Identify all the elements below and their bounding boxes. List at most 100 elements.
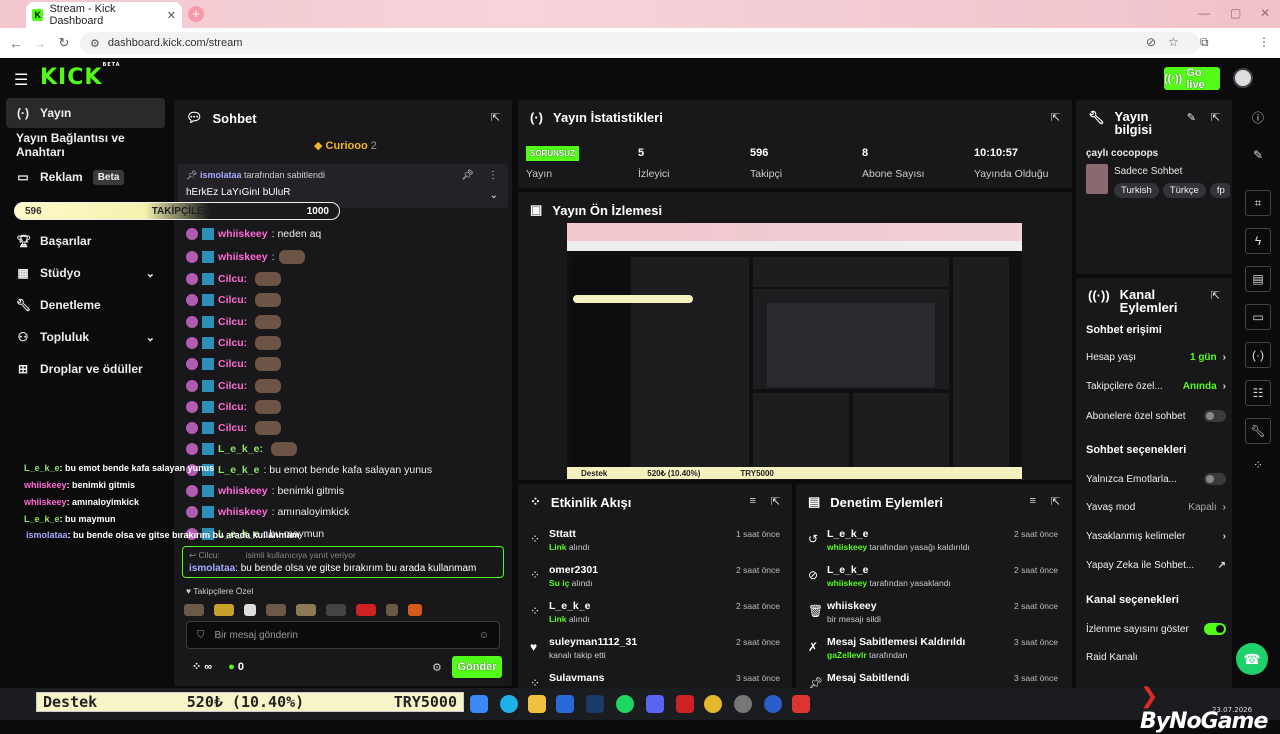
chat-message[interactable]: whiiskeey: benimki gitmis xyxy=(186,485,344,497)
chat-username[interactable]: Cilcu: xyxy=(218,401,247,413)
kick-logo[interactable]: KICKBETA xyxy=(40,62,121,90)
app-icon[interactable] xyxy=(792,695,810,713)
raid-channel-setting[interactable]: Raid Kanalı xyxy=(1086,652,1226,663)
chat-username[interactable]: Cilcu: xyxy=(218,316,247,328)
feed-item[interactable]: ♥ suleyman1112_31 kanalı takip etti 2 saat … xyxy=(530,636,780,668)
close-tab-icon[interactable]: ✕ xyxy=(167,9,176,22)
hamburger-menu-icon[interactable]: ☰ xyxy=(14,70,28,90)
reply-context[interactable]: ↩ Cilcu: isimli kullanıcıya yanıt veriyo… xyxy=(182,546,504,578)
emote-only-toggle[interactable] xyxy=(1204,473,1226,485)
chat-message[interactable]: Cilcu: xyxy=(186,293,282,307)
ea-icon[interactable] xyxy=(764,695,782,713)
chat-username[interactable]: Cilcu: xyxy=(218,273,247,285)
emote[interactable] xyxy=(214,604,234,616)
activity-icon[interactable]: ⁘ xyxy=(1245,452,1271,478)
account-age-setting[interactable]: Hesap yaşı 1 gün › xyxy=(1086,352,1226,363)
browser-menu-icon[interactable]: ⋮ xyxy=(1258,35,1270,49)
spotify-icon[interactable] xyxy=(616,695,634,713)
info-icon[interactable]: ⓘ xyxy=(1245,104,1271,130)
url-field[interactable]: ⚙ dashboard.kick.com/stream xyxy=(80,32,1200,54)
chat-message[interactable]: Cilcu: xyxy=(186,357,282,371)
subs-only-setting[interactable]: Abonelere özel sohbet xyxy=(1086,410,1226,422)
crop-icon[interactable]: ⌗ xyxy=(1245,190,1271,216)
sidebar-item-reklam[interactable]: ▭ Reklam Beta xyxy=(6,162,165,192)
emote[interactable] xyxy=(386,604,398,616)
show-viewers-setting[interactable]: İzlenme sayısını göster xyxy=(1086,623,1226,635)
popout-icon[interactable]: ⇱ xyxy=(1211,111,1220,124)
sidebar-item-topluluk[interactable]: ⚇ Topluluk ⌄ xyxy=(6,322,165,352)
kicks-balance[interactable]: ● 0 xyxy=(228,661,244,673)
reload-icon[interactable]: ↻ xyxy=(56,35,72,51)
app-icon[interactable] xyxy=(734,695,752,713)
back-icon[interactable]: ← xyxy=(8,36,24,51)
go-live-button[interactable]: ((·)) Go live xyxy=(1164,67,1220,91)
emote[interactable] xyxy=(326,604,346,616)
chat-settings-icon[interactable]: ⚙ xyxy=(432,661,442,674)
banned-words-setting[interactable]: Yasaklanmış kelimeler › xyxy=(1086,531,1226,542)
site-settings-icon[interactable]: ⚙ xyxy=(90,37,100,50)
emote[interactable] xyxy=(244,604,256,616)
chat-message[interactable]: Cilcu: xyxy=(186,379,282,393)
feed-item[interactable]: ⁘ omer2301 Su iç alındı 2 saat önce xyxy=(530,564,780,596)
feed-item[interactable]: ⁘ Sttatt Link alındı 1 saat önce xyxy=(530,528,780,560)
emote[interactable] xyxy=(184,604,204,616)
chat-username[interactable]: Cilcu: xyxy=(218,422,247,434)
chat-bubble-icon[interactable]: ▭ xyxy=(1245,304,1271,330)
subs-only-toggle[interactable] xyxy=(1204,410,1226,422)
edge-icon[interactable] xyxy=(500,695,518,713)
chat-username[interactable]: L_e_k_e xyxy=(218,464,259,476)
feed-item[interactable]: ⊘ L_e_k_e whiiskeey tarafından yasaklandı 2… xyxy=(808,564,1058,596)
user-avatar[interactable] xyxy=(1233,68,1253,88)
sliders-icon[interactable]: ☷ xyxy=(1245,380,1271,406)
chat-message[interactable]: whiiskeey: amınaloyimkick xyxy=(186,506,349,518)
browser-tab[interactable]: K Stream - Kick Dashboard ✕ xyxy=(26,2,182,28)
chat-message[interactable]: Cilcu: xyxy=(186,315,282,329)
feed-item[interactable]: ✗ Mesaj Sabitlemesi Kaldırıldı gaZellevlr … xyxy=(808,636,1058,668)
filter-icon[interactable]: ≡ xyxy=(1030,495,1036,507)
channel-points[interactable]: ⁘ ∞ xyxy=(192,660,212,673)
sidebar-item-droplar[interactable]: ⊞ Droplar ve ödüller xyxy=(6,354,165,384)
edit-icon[interactable]: ✎ xyxy=(1187,111,1196,124)
lightning-icon[interactable]: ϟ xyxy=(1245,228,1271,254)
chat-username[interactable]: whiiskeey xyxy=(218,228,268,240)
curio-leaderboard[interactable]: ◆ Curiooo 2 xyxy=(314,139,377,152)
sidebar-item-stream-key[interactable]: Yayın Bağlantısı ve Anahtarı xyxy=(6,130,165,160)
chat-username[interactable]: whiiskeey xyxy=(218,485,268,497)
maximize-icon[interactable]: ▢ xyxy=(1230,6,1241,20)
bookmark-star-icon[interactable]: ☆ xyxy=(1168,35,1179,49)
emoji-icon[interactable]: ☺ xyxy=(479,630,489,641)
sidebar-item-yayin[interactable]: (·) Yayın xyxy=(6,98,165,128)
steam-icon[interactable] xyxy=(586,695,604,713)
forward-icon[interactable]: → xyxy=(32,36,48,51)
popout-icon[interactable]: ⇱ xyxy=(491,111,500,124)
app-icon[interactable] xyxy=(676,695,694,713)
sidebar-item-basarilar[interactable]: 🏆︎ Başarılar xyxy=(6,226,165,256)
chat-message[interactable]: Cilcu: xyxy=(186,400,282,414)
camera-blocked-icon[interactable]: ⊘ xyxy=(1146,35,1156,49)
chat-username[interactable]: Cilcu: xyxy=(218,337,247,349)
close-window-icon[interactable]: ✕ xyxy=(1260,6,1270,20)
more-options-icon[interactable]: ⋮ xyxy=(488,170,498,181)
pin-icon[interactable]: 📌︎ xyxy=(461,170,474,181)
chat-message[interactable]: Cilcu: xyxy=(186,272,282,286)
windows-start-icon[interactable] xyxy=(470,695,488,713)
help-chat-button[interactable]: ☎ xyxy=(1236,643,1268,675)
emote[interactable] xyxy=(408,604,422,616)
popout-icon[interactable]: ⇱ xyxy=(771,495,780,508)
discord-icon[interactable] xyxy=(646,695,664,713)
chat-username[interactable]: L_e_k_e: xyxy=(218,443,263,455)
store-icon[interactable] xyxy=(556,695,574,713)
chat-message[interactable]: whiiskeey: neden aq xyxy=(186,228,321,240)
feed-item[interactable]: ↺ L_e_k_e whiiskeey tarafından yasağı kald… xyxy=(808,528,1058,560)
chat-input[interactable]: ⛉ Bir mesaj gönderin ☺ xyxy=(186,621,500,649)
document-icon[interactable]: ▤ xyxy=(1245,266,1271,292)
chat-username[interactable]: Cilcu: xyxy=(218,294,247,306)
chevron-down-icon[interactable]: ⌄ xyxy=(490,190,498,201)
chat-username[interactable]: whiiskeey xyxy=(218,251,268,263)
new-tab-button[interactable]: + xyxy=(188,6,204,22)
chrome-icon[interactable] xyxy=(704,695,722,713)
popout-icon[interactable]: ⇱ xyxy=(1051,495,1060,508)
file-explorer-icon[interactable] xyxy=(528,695,546,713)
chat-username[interactable]: Cilcu: xyxy=(218,380,247,392)
stream-preview-video[interactable]: Destek 520₺ (10.40%) TRY5000 xyxy=(567,223,1022,479)
